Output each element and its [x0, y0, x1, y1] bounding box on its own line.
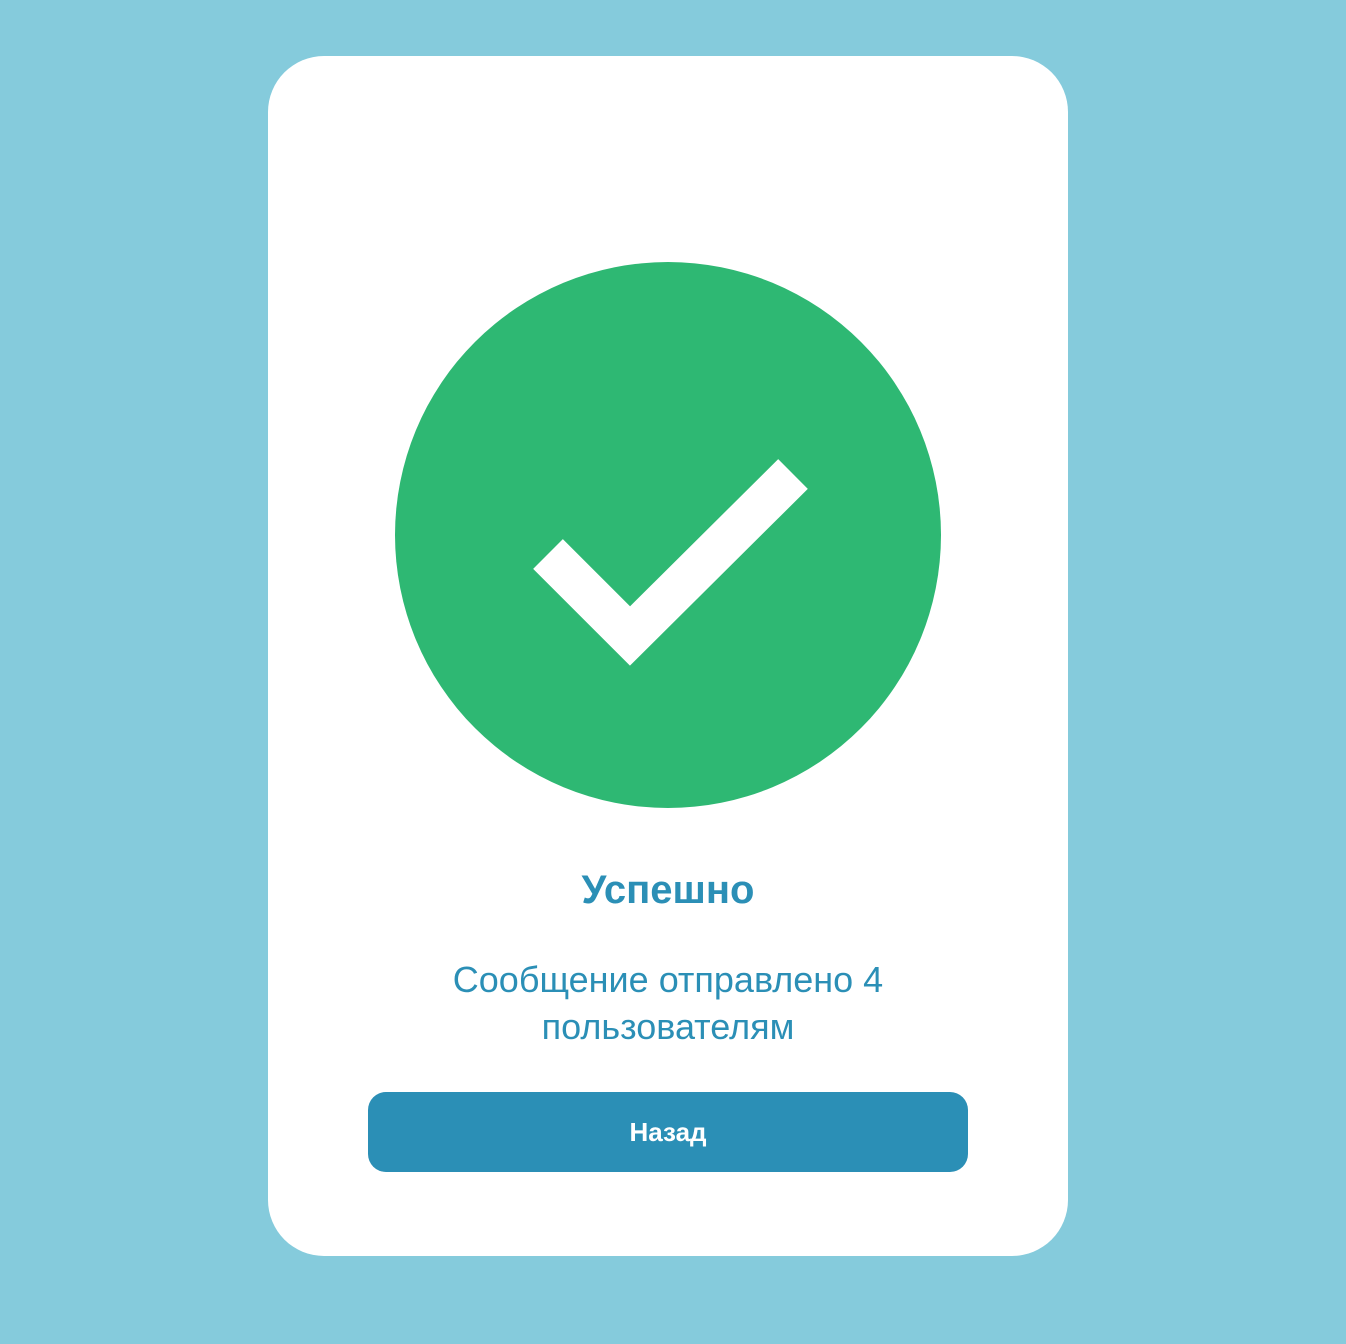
checkmark-icon [533, 459, 808, 666]
success-dialog-card: Успешно Сообщение отправлено 4 пользоват… [268, 56, 1068, 1256]
dialog-title: Успешно [581, 868, 755, 912]
dialog-message: Сообщение отправлено 4 пользователям [452, 959, 884, 1047]
back-button[interactable]: Назад [368, 1092, 968, 1172]
success-status-circle [395, 262, 941, 808]
